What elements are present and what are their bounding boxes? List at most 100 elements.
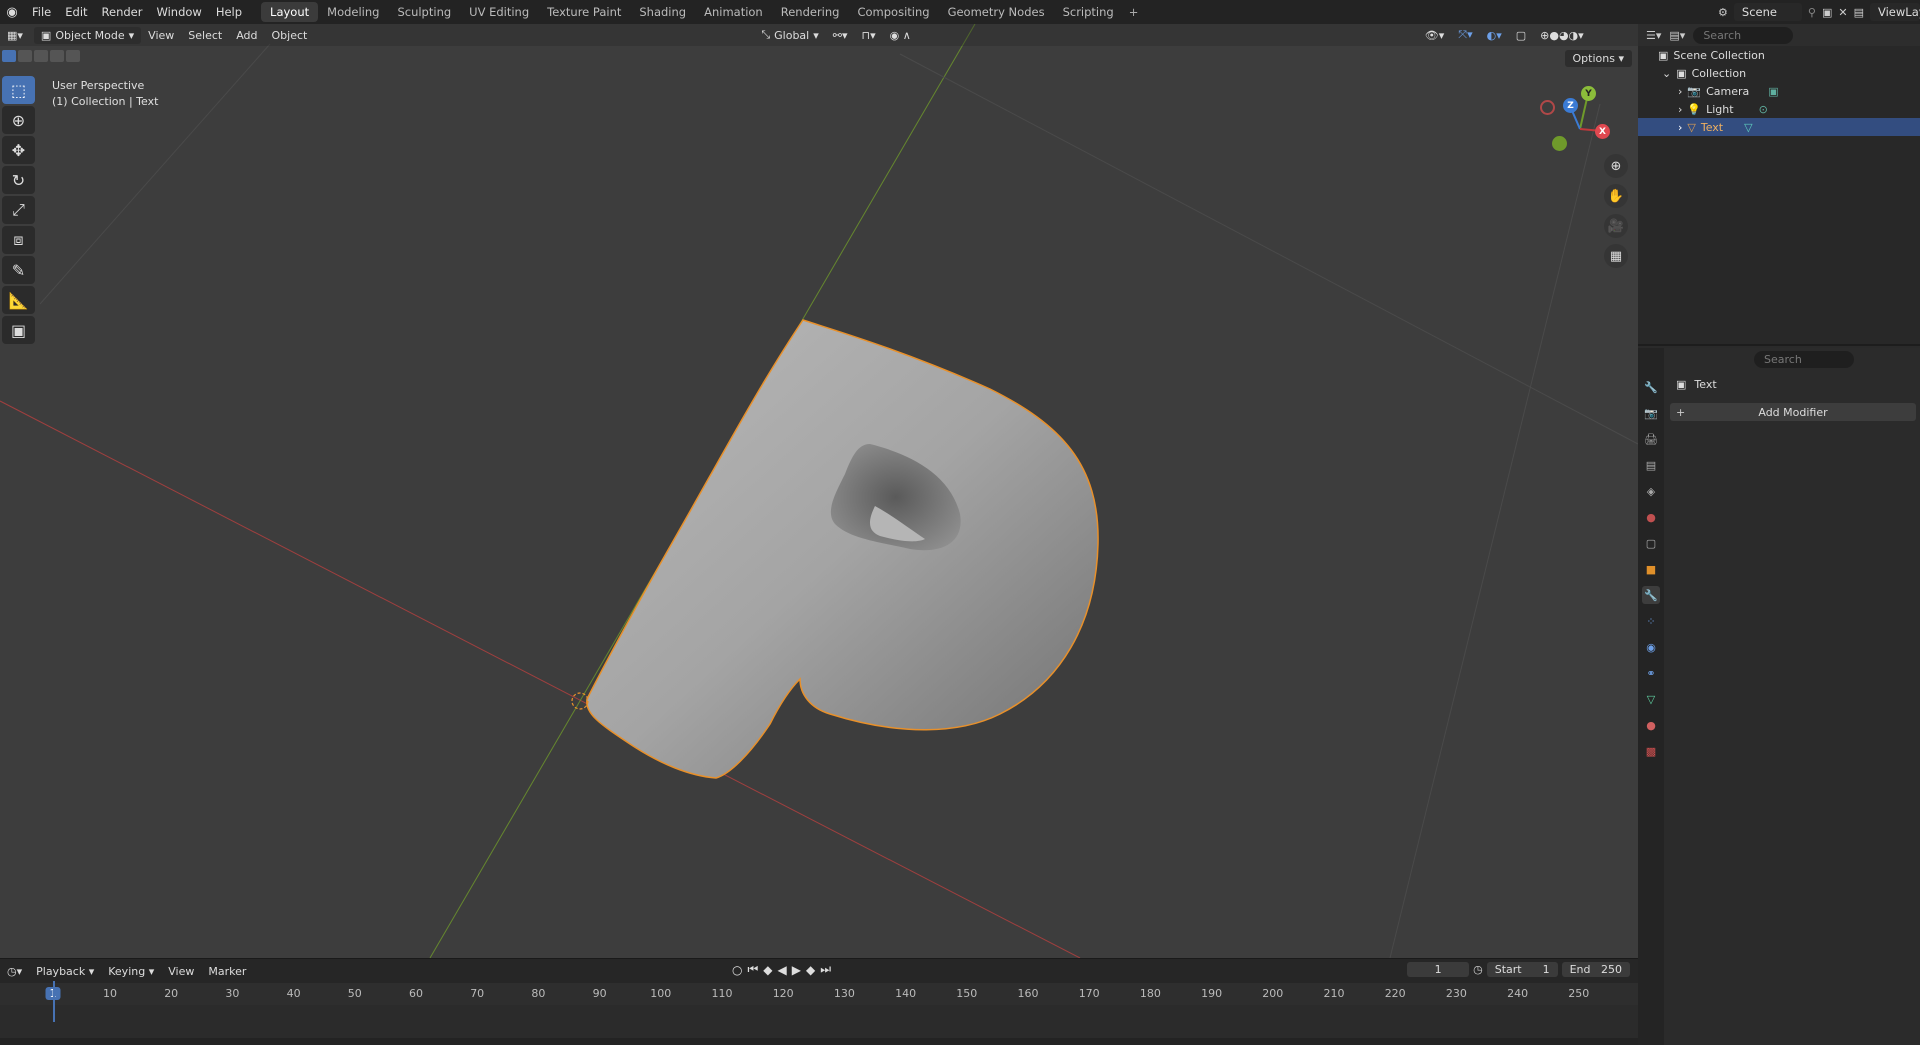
add-workspace-icon[interactable]: + xyxy=(1123,5,1145,19)
pivot-icon[interactable]: ⚯▾ xyxy=(826,27,855,44)
menu-add[interactable]: Add xyxy=(229,27,264,44)
tab-rendering[interactable]: Rendering xyxy=(772,2,849,22)
tab-geometry-nodes[interactable]: Geometry Nodes xyxy=(939,2,1054,22)
constraints-tab-icon[interactable]: ⚭ xyxy=(1642,664,1660,682)
proportional-edit-icon[interactable]: ◉ ∧ xyxy=(883,27,918,44)
menu-timeline-view[interactable]: View xyxy=(161,963,201,980)
editor-type-icon[interactable]: ▦▾ xyxy=(0,27,30,44)
snap-icon[interactable]: ⊓▾ xyxy=(855,27,883,44)
play-reverse-icon[interactable]: ◀ xyxy=(778,963,787,977)
object-tab-icon[interactable]: ■ xyxy=(1642,560,1660,578)
transform-tool-icon[interactable]: ⧈ xyxy=(2,226,35,254)
blender-logo-icon[interactable]: ◉ xyxy=(3,3,21,21)
camera-view-icon[interactable]: 🎥 xyxy=(1604,214,1628,238)
tab-shading[interactable]: Shading xyxy=(630,2,695,22)
tab-texture-paint[interactable]: Texture Paint xyxy=(538,2,630,22)
tab-sculpting[interactable]: Sculpting xyxy=(388,2,460,22)
clock-icon[interactable]: ◷ xyxy=(1473,963,1483,976)
orientation-selector[interactable]: ⤡ Global ▾ xyxy=(754,26,825,44)
select-new-icon[interactable] xyxy=(2,50,16,62)
render-tab-icon[interactable]: 📷 xyxy=(1642,404,1660,422)
output-tab-icon[interactable]: 🖨 xyxy=(1642,430,1660,448)
menu-edit[interactable]: Edit xyxy=(58,5,94,19)
particles-tab-icon[interactable]: ⁘ xyxy=(1642,612,1660,630)
timeline-editor-icon[interactable]: ◷▾ xyxy=(0,959,29,983)
scale-tool-icon[interactable]: ⤢ xyxy=(2,196,35,224)
gizmo-neg-y-icon[interactable] xyxy=(1552,136,1567,151)
tab-modeling[interactable]: Modeling xyxy=(318,2,388,22)
gizmo-y-icon[interactable]: Y xyxy=(1581,86,1596,101)
menu-help[interactable]: Help xyxy=(209,5,249,19)
light-data-icon[interactable]: ⊙ xyxy=(1759,103,1768,116)
end-frame-field[interactable]: End 250 xyxy=(1561,962,1630,977)
new-scene-icon[interactable]: ▣ xyxy=(1822,6,1832,19)
add-cube-tool-icon[interactable]: ▣ xyxy=(2,316,35,344)
auto-key-icon[interactable]: ○ xyxy=(732,963,742,977)
menu-window[interactable]: Window xyxy=(149,5,208,19)
chevron-down-icon[interactable]: ⌄ xyxy=(1662,67,1671,80)
scene-icon[interactable]: ⚙ xyxy=(1718,6,1728,19)
pin-icon[interactable]: ⚲ xyxy=(1808,6,1816,19)
gizmo-toggle-icon[interactable]: ⤧▾ xyxy=(1451,26,1479,44)
select-extend-icon[interactable] xyxy=(18,50,32,62)
next-keyframe-icon[interactable]: ◆ xyxy=(806,963,815,977)
display-mode-icon[interactable]: ▤▾ xyxy=(1669,29,1685,42)
cursor-tool-icon[interactable]: ⊕ xyxy=(2,106,35,134)
shading-modes[interactable]: ⊕●◕◑▾ xyxy=(1533,27,1591,44)
pan-hand-icon[interactable]: ✋ xyxy=(1604,184,1628,208)
tab-compositing[interactable]: Compositing xyxy=(848,2,938,22)
camera-data-icon[interactable]: ▣ xyxy=(1768,85,1778,98)
gizmo-z-icon[interactable]: Z xyxy=(1563,98,1578,113)
chevron-right-icon[interactable]: › xyxy=(1678,121,1682,134)
start-frame-field[interactable]: Start 1 xyxy=(1486,962,1558,977)
prev-keyframe-icon[interactable]: ◆ xyxy=(763,963,772,977)
collection-row[interactable]: ⌄ ▣ Collection xyxy=(1638,64,1920,82)
data-tab-icon[interactable]: ▽ xyxy=(1642,690,1660,708)
tab-uv-editing[interactable]: UV Editing xyxy=(460,2,538,22)
menu-object[interactable]: Object xyxy=(265,27,315,44)
world-tab-icon[interactable]: ● xyxy=(1642,508,1660,526)
view-layer-tab-icon[interactable]: ▤ xyxy=(1642,456,1660,474)
scene-tab-icon[interactable]: ◈ xyxy=(1642,482,1660,500)
gizmo-x-icon[interactable]: X xyxy=(1595,124,1610,139)
options-button[interactable]: Options ▾ xyxy=(1564,50,1632,67)
playhead[interactable] xyxy=(53,981,55,1022)
properties-search-input[interactable]: Search xyxy=(1754,350,1854,368)
outliner-item-camera[interactable]: › 📷 Camera ▣ xyxy=(1638,82,1920,100)
gizmo-neg-x-icon[interactable] xyxy=(1540,100,1555,115)
mode-selector[interactable]: ▣ Object Mode ▾ xyxy=(33,26,142,44)
select-invert-icon[interactable] xyxy=(50,50,64,62)
visibility-icon[interactable]: 👁▾ xyxy=(1418,27,1452,44)
measure-tool-icon[interactable]: 📐 xyxy=(2,286,35,314)
physics-tab-icon[interactable]: ◉ xyxy=(1642,638,1660,656)
mesh-data-icon[interactable]: ▽ xyxy=(1744,121,1752,134)
texture-tab-icon[interactable]: ▩ xyxy=(1642,742,1660,760)
play-icon[interactable]: ▶ xyxy=(792,963,801,977)
current-frame-field[interactable]: 1 xyxy=(1407,962,1470,977)
menu-view[interactable]: View xyxy=(141,27,181,44)
frame-ruler[interactable]: 1102030405060708090100110120130140150160… xyxy=(0,983,1638,1005)
menu-marker[interactable]: Marker xyxy=(201,963,253,980)
annotate-tool-icon[interactable]: ✎ xyxy=(2,256,35,284)
tab-layout[interactable]: Layout xyxy=(261,2,319,22)
xray-icon[interactable]: ▢ xyxy=(1509,27,1533,44)
outliner-editor-icon[interactable]: ☰▾ xyxy=(1646,29,1661,42)
perspective-toggle-icon[interactable]: ▦ xyxy=(1604,244,1628,268)
menu-select[interactable]: Select xyxy=(181,27,229,44)
menu-file[interactable]: File xyxy=(25,5,58,19)
jump-start-icon[interactable]: ⏮ xyxy=(747,962,758,977)
select-intersect-icon[interactable] xyxy=(66,50,80,62)
move-tool-icon[interactable]: ✥ xyxy=(2,136,35,164)
material-tab-icon[interactable]: ● xyxy=(1642,716,1660,734)
view-layer-selector[interactable]: ViewLaye xyxy=(1870,3,1920,21)
add-modifier-button[interactable]: + Add Modifier xyxy=(1670,403,1916,421)
delete-scene-icon[interactable]: ✕ xyxy=(1838,6,1847,19)
tool-tab-icon[interactable]: 🔧 xyxy=(1642,378,1660,396)
menu-keying[interactable]: Keying ▾ xyxy=(101,963,161,980)
overlay-toggle-icon[interactable]: ◐▾ xyxy=(1480,27,1509,44)
3d-viewport[interactable]: ▦▾ ▣ Object Mode ▾ View Select Add Object … xyxy=(0,24,1638,958)
menu-render[interactable]: Render xyxy=(95,5,150,19)
outliner-item-light[interactable]: › 💡 Light ⊙ xyxy=(1638,100,1920,118)
scene-selector[interactable]: Scene xyxy=(1733,3,1802,21)
scene-collection-row[interactable]: ▣ Scene Collection xyxy=(1638,46,1920,64)
